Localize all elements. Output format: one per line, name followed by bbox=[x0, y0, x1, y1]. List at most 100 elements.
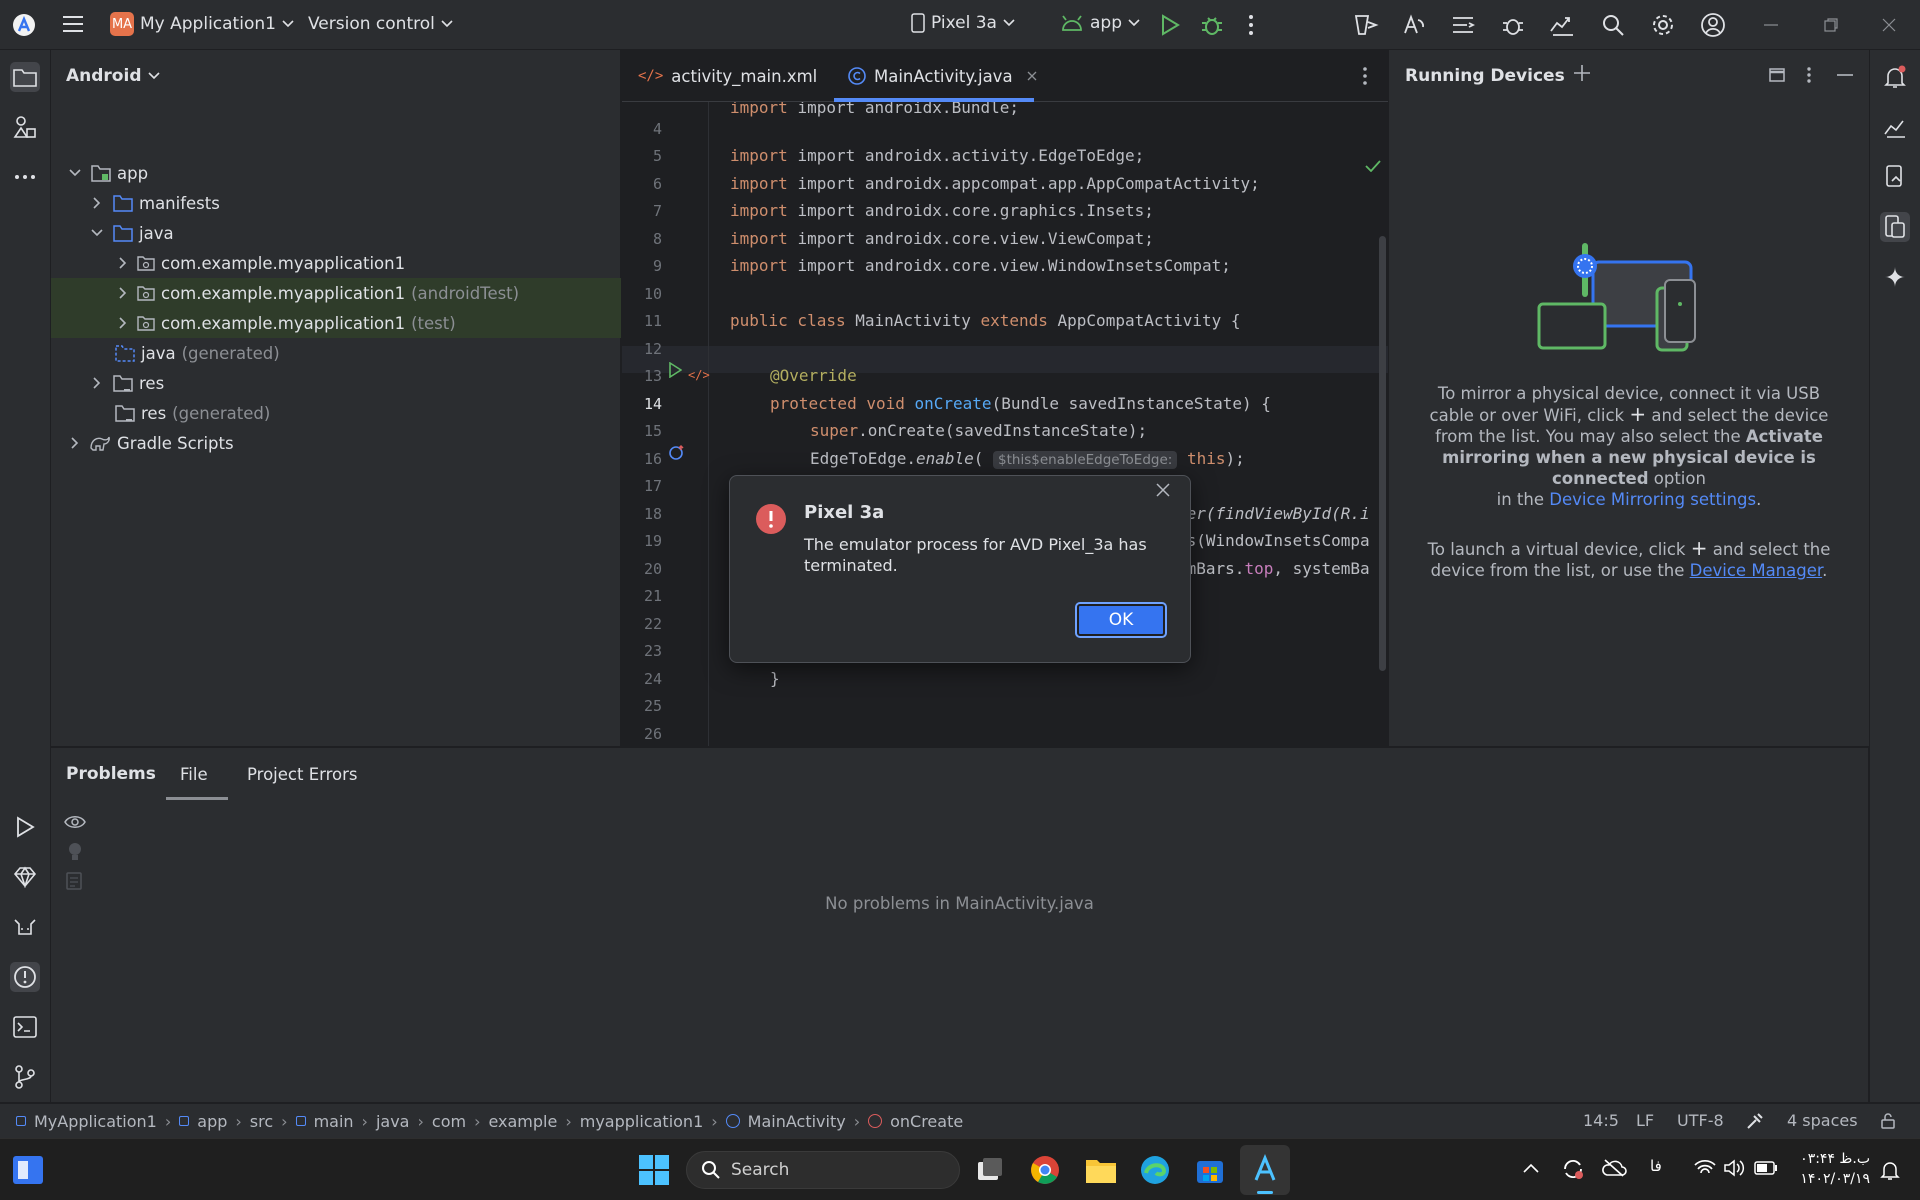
tree-item-res[interactable]: res bbox=[51, 368, 621, 398]
vertical-scrollbar[interactable] bbox=[1379, 236, 1386, 671]
close-icon[interactable] bbox=[1882, 18, 1896, 32]
chevron-up-icon[interactable] bbox=[1523, 1163, 1539, 1173]
tree-item-java-generated[interactable]: java (generated) bbox=[51, 338, 621, 368]
breadcrumb-item[interactable]: onCreate bbox=[890, 1112, 963, 1131]
minimize-icon[interactable] bbox=[1764, 24, 1778, 26]
tree-item-app[interactable]: app bbox=[51, 158, 621, 188]
structure-icon[interactable] bbox=[1451, 13, 1475, 37]
gemini-insights-icon[interactable] bbox=[1880, 112, 1910, 142]
wifi-icon[interactable] bbox=[1694, 1159, 1716, 1177]
onedrive-icon[interactable] bbox=[1601, 1158, 1627, 1178]
tree-item-gradle-scripts[interactable]: Gradle Scripts bbox=[51, 428, 621, 458]
breadcrumb-item[interactable]: src bbox=[250, 1112, 273, 1131]
override-gutter-icon[interactable] bbox=[668, 443, 686, 461]
panel-options-icon[interactable] bbox=[1806, 66, 1812, 84]
device-selector[interactable]: Pixel 3a bbox=[911, 13, 1015, 33]
app-quality-insights-icon[interactable] bbox=[10, 862, 40, 892]
device-label: Pixel 3a bbox=[931, 13, 997, 33]
related-xml-icon[interactable]: </> bbox=[688, 364, 710, 383]
problems-tool-icon[interactable] bbox=[10, 962, 40, 992]
terminal-icon[interactable] bbox=[10, 1012, 40, 1042]
indent-setting[interactable]: 4 spaces bbox=[1787, 1111, 1858, 1130]
lock-icon[interactable] bbox=[1880, 1113, 1896, 1129]
tree-item-res-generated[interactable]: res (generated) bbox=[51, 398, 621, 428]
language-indicator[interactable]: فا bbox=[1650, 1157, 1662, 1175]
hide-panel-icon[interactable] bbox=[1837, 74, 1853, 76]
android-studio-taskbar-button[interactable] bbox=[1240, 1145, 1290, 1195]
project-view-selector[interactable]: Android bbox=[66, 66, 160, 86]
main-menu-icon[interactable] bbox=[62, 14, 84, 34]
project-selector[interactable]: MA My Application1 bbox=[110, 12, 294, 36]
breadcrumb-item[interactable]: example bbox=[488, 1112, 557, 1131]
notifications-icon[interactable] bbox=[1880, 62, 1910, 92]
file-encoding[interactable]: UTF-8 bbox=[1677, 1111, 1724, 1130]
project-tool-icon[interactable] bbox=[10, 62, 40, 92]
tab-file[interactable]: File bbox=[166, 748, 222, 800]
breadcrumb-item[interactable]: main bbox=[314, 1112, 354, 1131]
search-icon[interactable] bbox=[1601, 13, 1625, 37]
sync-gradle-icon[interactable] bbox=[1353, 13, 1379, 37]
tab-mainactivity-java[interactable]: MainActivity.java bbox=[848, 50, 1037, 102]
device-mirroring-settings-link[interactable]: Device Mirroring settings bbox=[1549, 490, 1756, 509]
volume-icon[interactable] bbox=[1723, 1159, 1745, 1177]
running-devices-icon[interactable] bbox=[1880, 212, 1910, 242]
eye-icon[interactable] bbox=[64, 814, 86, 830]
close-tab-icon[interactable] bbox=[1027, 71, 1037, 81]
file-explorer-icon[interactable] bbox=[1085, 1156, 1117, 1184]
line-separator[interactable]: LF bbox=[1636, 1111, 1654, 1130]
breadcrumb-item[interactable]: myapplication1 bbox=[580, 1112, 704, 1131]
tab-project-errors[interactable]: Project Errors bbox=[236, 748, 369, 800]
run-gutter-icon[interactable] bbox=[668, 362, 682, 378]
windows-start-icon[interactable] bbox=[639, 1155, 669, 1185]
tree-item-package-test[interactable]: com.example.myapplication1 (test) bbox=[51, 308, 621, 338]
task-view-icon[interactable] bbox=[976, 1156, 1004, 1184]
version-control-icon[interactable] bbox=[10, 1062, 40, 1092]
sync-icon[interactable] bbox=[1561, 1157, 1585, 1181]
taskbar-search[interactable]: Search bbox=[686, 1151, 960, 1189]
tab-options-icon[interactable] bbox=[1362, 66, 1368, 86]
code-style-icon[interactable] bbox=[1746, 1112, 1764, 1130]
widgets-icon[interactable] bbox=[12, 1155, 44, 1185]
run-tool-icon[interactable] bbox=[10, 812, 40, 842]
logcat-tool-icon[interactable] bbox=[10, 912, 40, 942]
gemini-sparkle-icon[interactable] bbox=[1880, 262, 1910, 292]
tree-item-java[interactable]: java bbox=[51, 218, 621, 248]
breadcrumb-item[interactable]: MainActivity bbox=[748, 1112, 846, 1131]
caret-position[interactable]: 14:5 bbox=[1583, 1111, 1619, 1130]
tab-activity-main-xml[interactable]: </> activity_main.xml bbox=[638, 50, 817, 102]
tree-item-package-androidtest[interactable]: com.example.myapplication1 (androidTest) bbox=[51, 278, 621, 308]
apply-changes-icon[interactable] bbox=[1401, 13, 1427, 37]
device-manager-icon[interactable] bbox=[1880, 162, 1910, 192]
device-manager-link[interactable]: Device Manager bbox=[1690, 561, 1822, 580]
breadcrumb-item[interactable]: com bbox=[432, 1112, 466, 1131]
battery-icon[interactable] bbox=[1754, 1161, 1778, 1175]
edge-icon[interactable] bbox=[1140, 1155, 1170, 1185]
add-device-icon[interactable] bbox=[1573, 64, 1591, 82]
tree-item-manifests[interactable]: manifests bbox=[51, 188, 621, 218]
app-quality-icon[interactable] bbox=[1549, 13, 1577, 37]
maximize-panel-icon[interactable] bbox=[1769, 68, 1785, 82]
store-icon[interactable] bbox=[1195, 1155, 1225, 1185]
version-control-menu[interactable]: Version control bbox=[308, 14, 453, 34]
account-icon[interactable] bbox=[1700, 12, 1726, 38]
settings-gear-icon[interactable] bbox=[1651, 13, 1675, 37]
clock[interactable]: ۰۳:۴۴ ب.ظ ۱۴۰۲/۰۳/۱۹ bbox=[1790, 1149, 1870, 1189]
breadcrumb-item[interactable]: MyApplication1 bbox=[34, 1112, 157, 1131]
ok-button[interactable]: OK bbox=[1075, 602, 1167, 638]
breadcrumb-item[interactable]: java bbox=[376, 1112, 410, 1131]
more-options-icon[interactable] bbox=[1248, 14, 1254, 36]
tree-item-package[interactable]: com.example.myapplication1 bbox=[51, 248, 621, 278]
os-taskbar: Search فا ۰۳:۴۴ ب.ظ ۱۴۰۲/۰۳/۱۹ bbox=[0, 1138, 1920, 1200]
close-dialog-icon[interactable] bbox=[1156, 483, 1170, 497]
more-tools-icon[interactable] bbox=[10, 162, 40, 192]
breadcrumb-item[interactable]: app bbox=[197, 1112, 227, 1131]
restore-icon[interactable] bbox=[1824, 18, 1838, 32]
run-icon[interactable] bbox=[1160, 14, 1180, 36]
logcat-icon[interactable] bbox=[1501, 13, 1525, 37]
resource-manager-icon[interactable] bbox=[10, 112, 40, 142]
debug-icon[interactable] bbox=[1200, 13, 1224, 37]
chrome-icon[interactable] bbox=[1030, 1155, 1060, 1185]
notification-bell-icon[interactable] bbox=[1880, 1159, 1900, 1181]
run-config-selector[interactable]: app bbox=[1060, 13, 1140, 33]
chevron-right-icon: › bbox=[711, 1111, 718, 1131]
